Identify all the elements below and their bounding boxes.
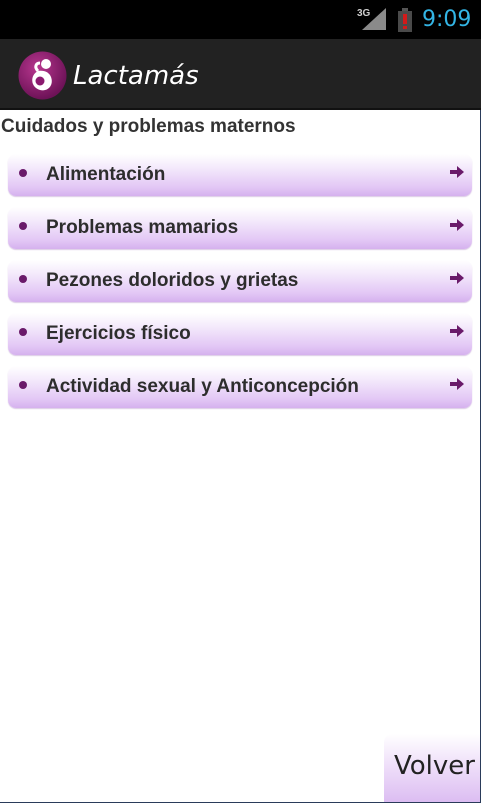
menu-item-label: Problemas mamarios [46, 217, 239, 238]
menu-item-label: Ejercicios físico [46, 323, 191, 344]
bullet-icon [19, 275, 27, 283]
menu-item-problemas-mamarios[interactable]: Problemas mamarios [8, 207, 472, 249]
bullet-icon [19, 169, 27, 177]
arrow-right-icon [450, 272, 464, 284]
bullet-icon [19, 328, 27, 336]
arrow-right-icon [450, 166, 464, 178]
menu-item-alimentacion[interactable]: Alimentación [8, 154, 472, 196]
screen: 3G 9:09 Lactamás Cuidados y problemas ma… [0, 0, 481, 803]
status-clock: 9:09 [422, 7, 472, 32]
bullet-icon [19, 222, 27, 230]
battery-alert-icon [398, 8, 412, 32]
bullet-icon [19, 381, 27, 389]
app-title: Lactamás [73, 61, 199, 91]
arrow-right-icon [450, 325, 464, 337]
arrow-right-icon [450, 378, 464, 390]
status-bar: 3G 9:09 [0, 0, 481, 39]
section-title: Cuidados y problemas maternos [1, 116, 296, 137]
back-button-label: Volver [394, 751, 475, 781]
arrow-right-icon [450, 219, 464, 231]
action-bar: Lactamás [0, 39, 481, 110]
back-button[interactable]: Volver [384, 734, 480, 802]
menu-item-actividad-sexual[interactable]: Actividad sexual y Anticoncepción [8, 366, 472, 408]
mother-baby-logo-icon[interactable] [18, 51, 67, 100]
signal-icon [362, 8, 386, 30]
menu-item-pezones[interactable]: Pezones doloridos y grietas [8, 260, 472, 302]
menu-item-label: Pezones doloridos y grietas [46, 270, 299, 291]
menu-item-label: Alimentación [46, 164, 166, 185]
menu-item-label: Actividad sexual y Anticoncepción [46, 376, 359, 397]
menu-item-ejercicios[interactable]: Ejercicios físico [8, 313, 472, 355]
